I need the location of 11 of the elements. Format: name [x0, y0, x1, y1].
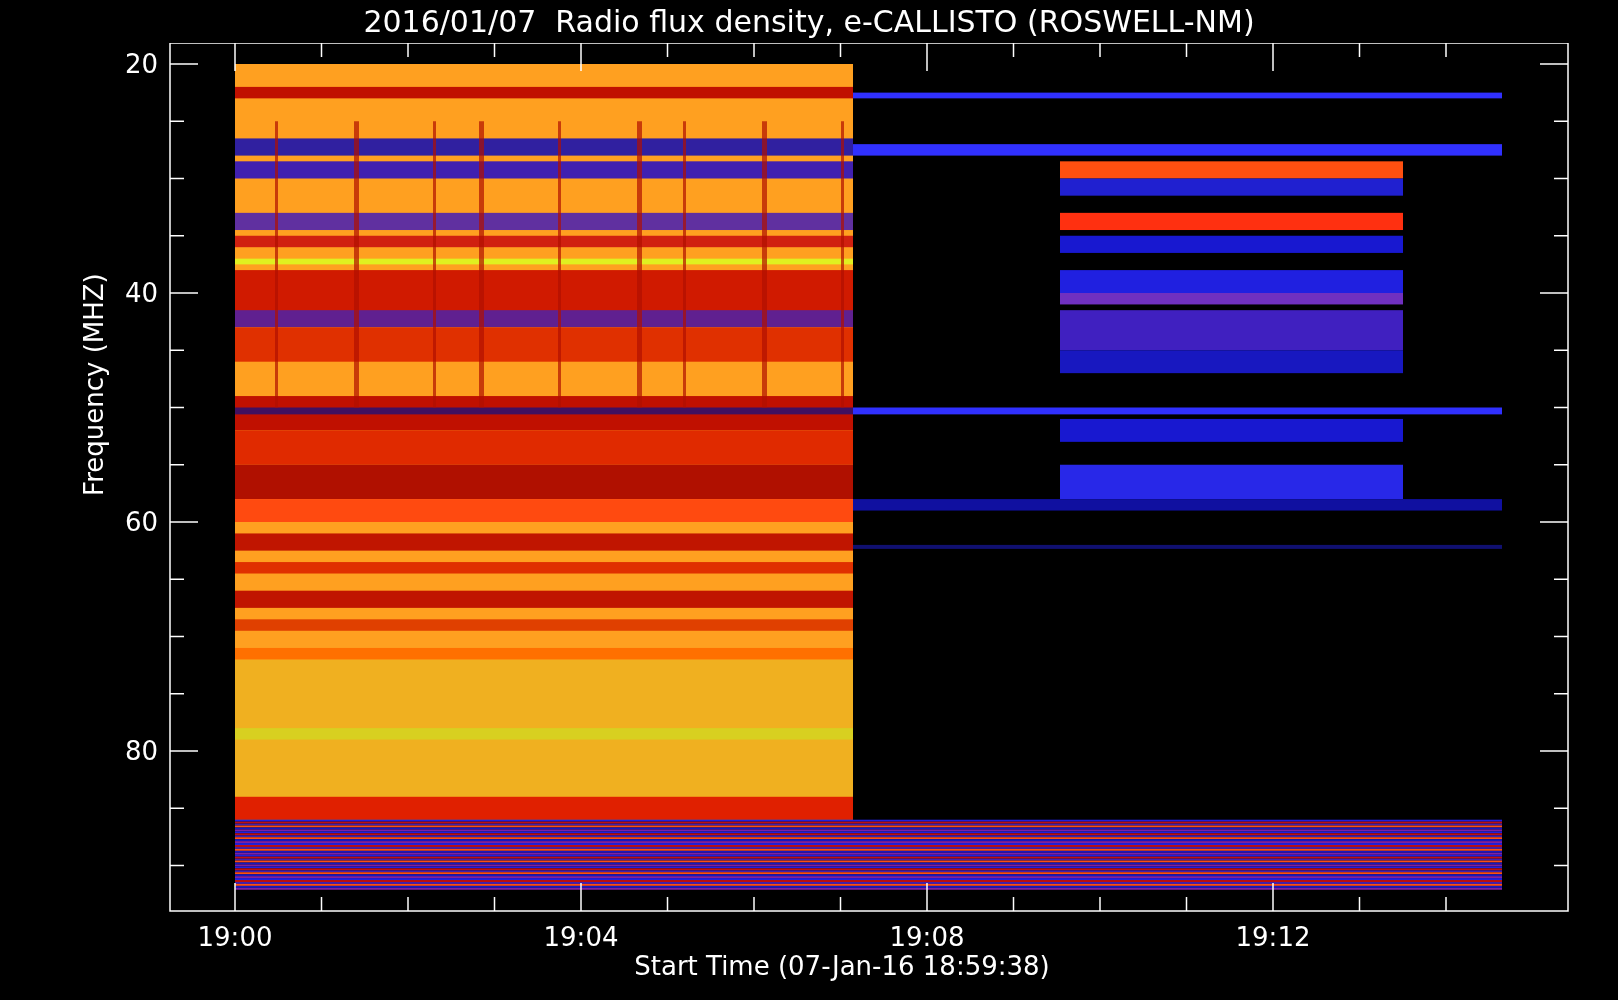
- x-tick-label: 19:12: [1235, 922, 1311, 952]
- y-tick-label: 20: [124, 49, 158, 79]
- y-axis-label: Frequency (MHZ): [79, 273, 109, 496]
- y-tick-label: 40: [124, 278, 158, 308]
- x-tick-label: 19:00: [197, 922, 273, 952]
- x-axis-label: Start Time (07-Jan-16 18:59:38): [634, 951, 1050, 981]
- x-tick-label: 19:04: [543, 922, 619, 952]
- x-tick-label: 19:08: [889, 922, 965, 952]
- y-tick-label: 80: [124, 736, 158, 766]
- y-tick-label: 60: [124, 507, 158, 537]
- chart-title: 2016/01/07 Radio flux density, e-CALLISTO (ROSWELL-NM): [363, 6, 1255, 37]
